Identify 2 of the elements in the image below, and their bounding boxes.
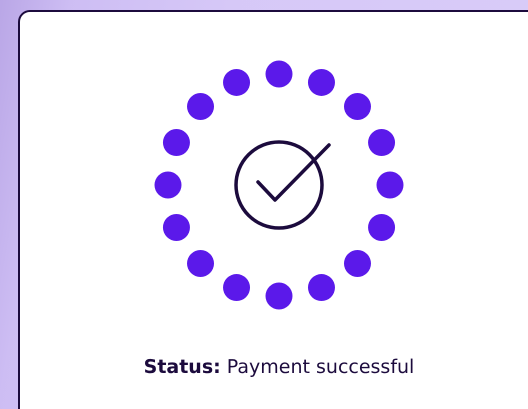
checkmark-icon	[234, 140, 331, 230]
status-text: Status: Payment successful	[144, 356, 414, 378]
